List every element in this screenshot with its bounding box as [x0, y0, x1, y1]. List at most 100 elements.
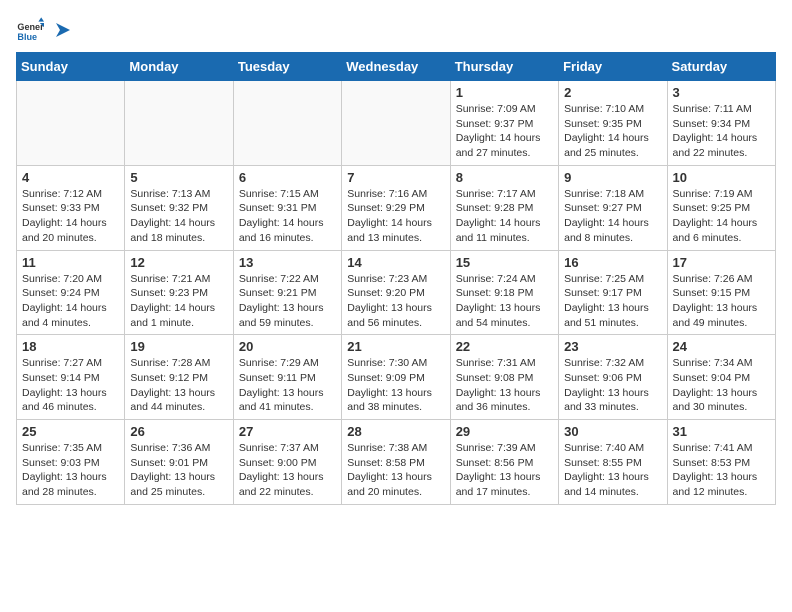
- day-number: 28: [347, 424, 444, 439]
- calendar-day-cell: 12 Sunrise: 7:21 AM Sunset: 9:23 PM Dayli…: [125, 250, 233, 335]
- calendar-day-cell: 11 Sunrise: 7:20 AM Sunset: 9:24 PM Dayli…: [17, 250, 125, 335]
- logo-icon: General Blue: [16, 16, 44, 44]
- calendar-day-cell: [342, 81, 450, 166]
- calendar-day-cell: 25 Sunrise: 7:35 AM Sunset: 9:03 PM Dayli…: [17, 420, 125, 505]
- calendar-day-cell: 20 Sunrise: 7:29 AM Sunset: 9:11 PM Dayli…: [233, 335, 341, 420]
- day-number: 29: [456, 424, 553, 439]
- calendar-day-cell: 8 Sunrise: 7:17 AM Sunset: 9:28 PM Daylig…: [450, 165, 558, 250]
- calendar-day-cell: 3Sunrise: 7:11 AM Sunset: 9:34 PM Daylig…: [667, 81, 775, 166]
- day-info: Sunrise: 7:38 AM Sunset: 8:58 PM Dayligh…: [347, 441, 444, 500]
- day-number: 3: [673, 85, 770, 100]
- day-info: Sunrise: 7:29 AM Sunset: 9:11 PM Dayligh…: [239, 356, 336, 415]
- calendar-day-cell: [17, 81, 125, 166]
- day-number: 15: [456, 255, 553, 270]
- calendar-day-cell: 10 Sunrise: 7:19 AM Sunset: 9:25 PM Dayli…: [667, 165, 775, 250]
- day-number: 13: [239, 255, 336, 270]
- day-number: 20: [239, 339, 336, 354]
- weekday-header-row: SundayMondayTuesdayWednesdayThursdayFrid…: [17, 53, 776, 81]
- calendar-day-cell: 23Sunrise: 7:32 AM Sunset: 9:06 PM Dayli…: [559, 335, 667, 420]
- calendar-day-cell: 18 Sunrise: 7:27 AM Sunset: 9:14 PM Dayli…: [17, 335, 125, 420]
- day-number: 5: [130, 170, 227, 185]
- calendar-day-cell: 29 Sunrise: 7:39 AM Sunset: 8:56 PM Dayli…: [450, 420, 558, 505]
- day-info: Sunrise: 7:25 AM Sunset: 9:17 PM Dayligh…: [564, 272, 661, 331]
- calendar-week-row: 25 Sunrise: 7:35 AM Sunset: 9:03 PM Dayli…: [17, 420, 776, 505]
- calendar-week-row: 1 Sunrise: 7:09 AM Sunset: 9:37 PM Daylig…: [17, 81, 776, 166]
- day-number: 22: [456, 339, 553, 354]
- day-number: 30: [564, 424, 661, 439]
- day-number: 10: [673, 170, 770, 185]
- day-info: Sunrise: 7:36 AM Sunset: 9:01 PM Dayligh…: [130, 441, 227, 500]
- calendar-day-cell: 27Sunrise: 7:37 AM Sunset: 9:00 PM Dayli…: [233, 420, 341, 505]
- day-info: Sunrise: 7:34 AM Sunset: 9:04 PM Dayligh…: [673, 356, 770, 415]
- calendar-day-cell: 24Sunrise: 7:34 AM Sunset: 9:04 PM Dayli…: [667, 335, 775, 420]
- calendar-day-cell: 28 Sunrise: 7:38 AM Sunset: 8:58 PM Dayli…: [342, 420, 450, 505]
- calendar-week-row: 18 Sunrise: 7:27 AM Sunset: 9:14 PM Dayli…: [17, 335, 776, 420]
- day-info: Sunrise: 7:31 AM Sunset: 9:08 PM Dayligh…: [456, 356, 553, 415]
- day-number: 16: [564, 255, 661, 270]
- day-info: Sunrise: 7:10 AM Sunset: 9:35 PM Dayligh…: [564, 102, 661, 161]
- calendar-day-cell: 1 Sunrise: 7:09 AM Sunset: 9:37 PM Daylig…: [450, 81, 558, 166]
- calendar-day-cell: 26Sunrise: 7:36 AM Sunset: 9:01 PM Dayli…: [125, 420, 233, 505]
- day-number: 21: [347, 339, 444, 354]
- day-number: 19: [130, 339, 227, 354]
- day-info: Sunrise: 7:20 AM Sunset: 9:24 PM Dayligh…: [22, 272, 119, 331]
- day-number: 12: [130, 255, 227, 270]
- calendar-day-cell: 22 Sunrise: 7:31 AM Sunset: 9:08 PM Dayli…: [450, 335, 558, 420]
- calendar-day-cell: 7Sunrise: 7:16 AM Sunset: 9:29 PM Daylig…: [342, 165, 450, 250]
- day-number: 2: [564, 85, 661, 100]
- day-info: Sunrise: 7:40 AM Sunset: 8:55 PM Dayligh…: [564, 441, 661, 500]
- day-info: Sunrise: 7:37 AM Sunset: 9:00 PM Dayligh…: [239, 441, 336, 500]
- day-number: 6: [239, 170, 336, 185]
- day-info: Sunrise: 7:26 AM Sunset: 9:15 PM Dayligh…: [673, 272, 770, 331]
- day-number: 17: [673, 255, 770, 270]
- day-number: 11: [22, 255, 119, 270]
- svg-text:General: General: [17, 22, 44, 32]
- calendar-week-row: 11 Sunrise: 7:20 AM Sunset: 9:24 PM Dayli…: [17, 250, 776, 335]
- day-number: 25: [22, 424, 119, 439]
- calendar-day-cell: 16 Sunrise: 7:25 AM Sunset: 9:17 PM Dayli…: [559, 250, 667, 335]
- day-info: Sunrise: 7:39 AM Sunset: 8:56 PM Dayligh…: [456, 441, 553, 500]
- calendar-table: SundayMondayTuesdayWednesdayThursdayFrid…: [16, 52, 776, 505]
- day-info: Sunrise: 7:23 AM Sunset: 9:20 PM Dayligh…: [347, 272, 444, 331]
- logo-arrow-icon: [52, 19, 74, 41]
- calendar-day-cell: 15 Sunrise: 7:24 AM Sunset: 9:18 PM Dayli…: [450, 250, 558, 335]
- calendar-day-cell: 19 Sunrise: 7:28 AM Sunset: 9:12 PM Dayli…: [125, 335, 233, 420]
- day-info: Sunrise: 7:16 AM Sunset: 9:29 PM Dayligh…: [347, 187, 444, 246]
- weekday-header-saturday: Saturday: [667, 53, 775, 81]
- calendar-day-cell: [233, 81, 341, 166]
- day-info: Sunrise: 7:27 AM Sunset: 9:14 PM Dayligh…: [22, 356, 119, 415]
- day-info: Sunrise: 7:18 AM Sunset: 9:27 PM Dayligh…: [564, 187, 661, 246]
- day-info: Sunrise: 7:09 AM Sunset: 9:37 PM Dayligh…: [456, 102, 553, 161]
- day-number: 8: [456, 170, 553, 185]
- day-number: 4: [22, 170, 119, 185]
- day-number: 9: [564, 170, 661, 185]
- day-info: Sunrise: 7:17 AM Sunset: 9:28 PM Dayligh…: [456, 187, 553, 246]
- weekday-header-monday: Monday: [125, 53, 233, 81]
- day-info: Sunrise: 7:21 AM Sunset: 9:23 PM Dayligh…: [130, 272, 227, 331]
- calendar-day-cell: 30 Sunrise: 7:40 AM Sunset: 8:55 PM Dayli…: [559, 420, 667, 505]
- day-info: Sunrise: 7:32 AM Sunset: 9:06 PM Dayligh…: [564, 356, 661, 415]
- weekday-header-sunday: Sunday: [17, 53, 125, 81]
- calendar-week-row: 4 Sunrise: 7:12 AM Sunset: 9:33 PM Daylig…: [17, 165, 776, 250]
- day-number: 1: [456, 85, 553, 100]
- day-info: Sunrise: 7:12 AM Sunset: 9:33 PM Dayligh…: [22, 187, 119, 246]
- day-info: Sunrise: 7:28 AM Sunset: 9:12 PM Dayligh…: [130, 356, 227, 415]
- day-number: 18: [22, 339, 119, 354]
- calendar-day-cell: [125, 81, 233, 166]
- page-header: General Blue: [16, 16, 776, 44]
- day-info: Sunrise: 7:30 AM Sunset: 9:09 PM Dayligh…: [347, 356, 444, 415]
- calendar-day-cell: 14 Sunrise: 7:23 AM Sunset: 9:20 PM Dayli…: [342, 250, 450, 335]
- calendar-day-cell: 31Sunrise: 7:41 AM Sunset: 8:53 PM Dayli…: [667, 420, 775, 505]
- weekday-header-wednesday: Wednesday: [342, 53, 450, 81]
- calendar-day-cell: 2 Sunrise: 7:10 AM Sunset: 9:35 PM Daylig…: [559, 81, 667, 166]
- day-info: Sunrise: 7:24 AM Sunset: 9:18 PM Dayligh…: [456, 272, 553, 331]
- calendar-day-cell: 6 Sunrise: 7:15 AM Sunset: 9:31 PM Daylig…: [233, 165, 341, 250]
- day-info: Sunrise: 7:35 AM Sunset: 9:03 PM Dayligh…: [22, 441, 119, 500]
- day-info: Sunrise: 7:15 AM Sunset: 9:31 PM Dayligh…: [239, 187, 336, 246]
- calendar-day-cell: 5Sunrise: 7:13 AM Sunset: 9:32 PM Daylig…: [125, 165, 233, 250]
- day-info: Sunrise: 7:19 AM Sunset: 9:25 PM Dayligh…: [673, 187, 770, 246]
- weekday-header-friday: Friday: [559, 53, 667, 81]
- day-number: 14: [347, 255, 444, 270]
- calendar-day-cell: 21 Sunrise: 7:30 AM Sunset: 9:09 PM Dayli…: [342, 335, 450, 420]
- weekday-header-thursday: Thursday: [450, 53, 558, 81]
